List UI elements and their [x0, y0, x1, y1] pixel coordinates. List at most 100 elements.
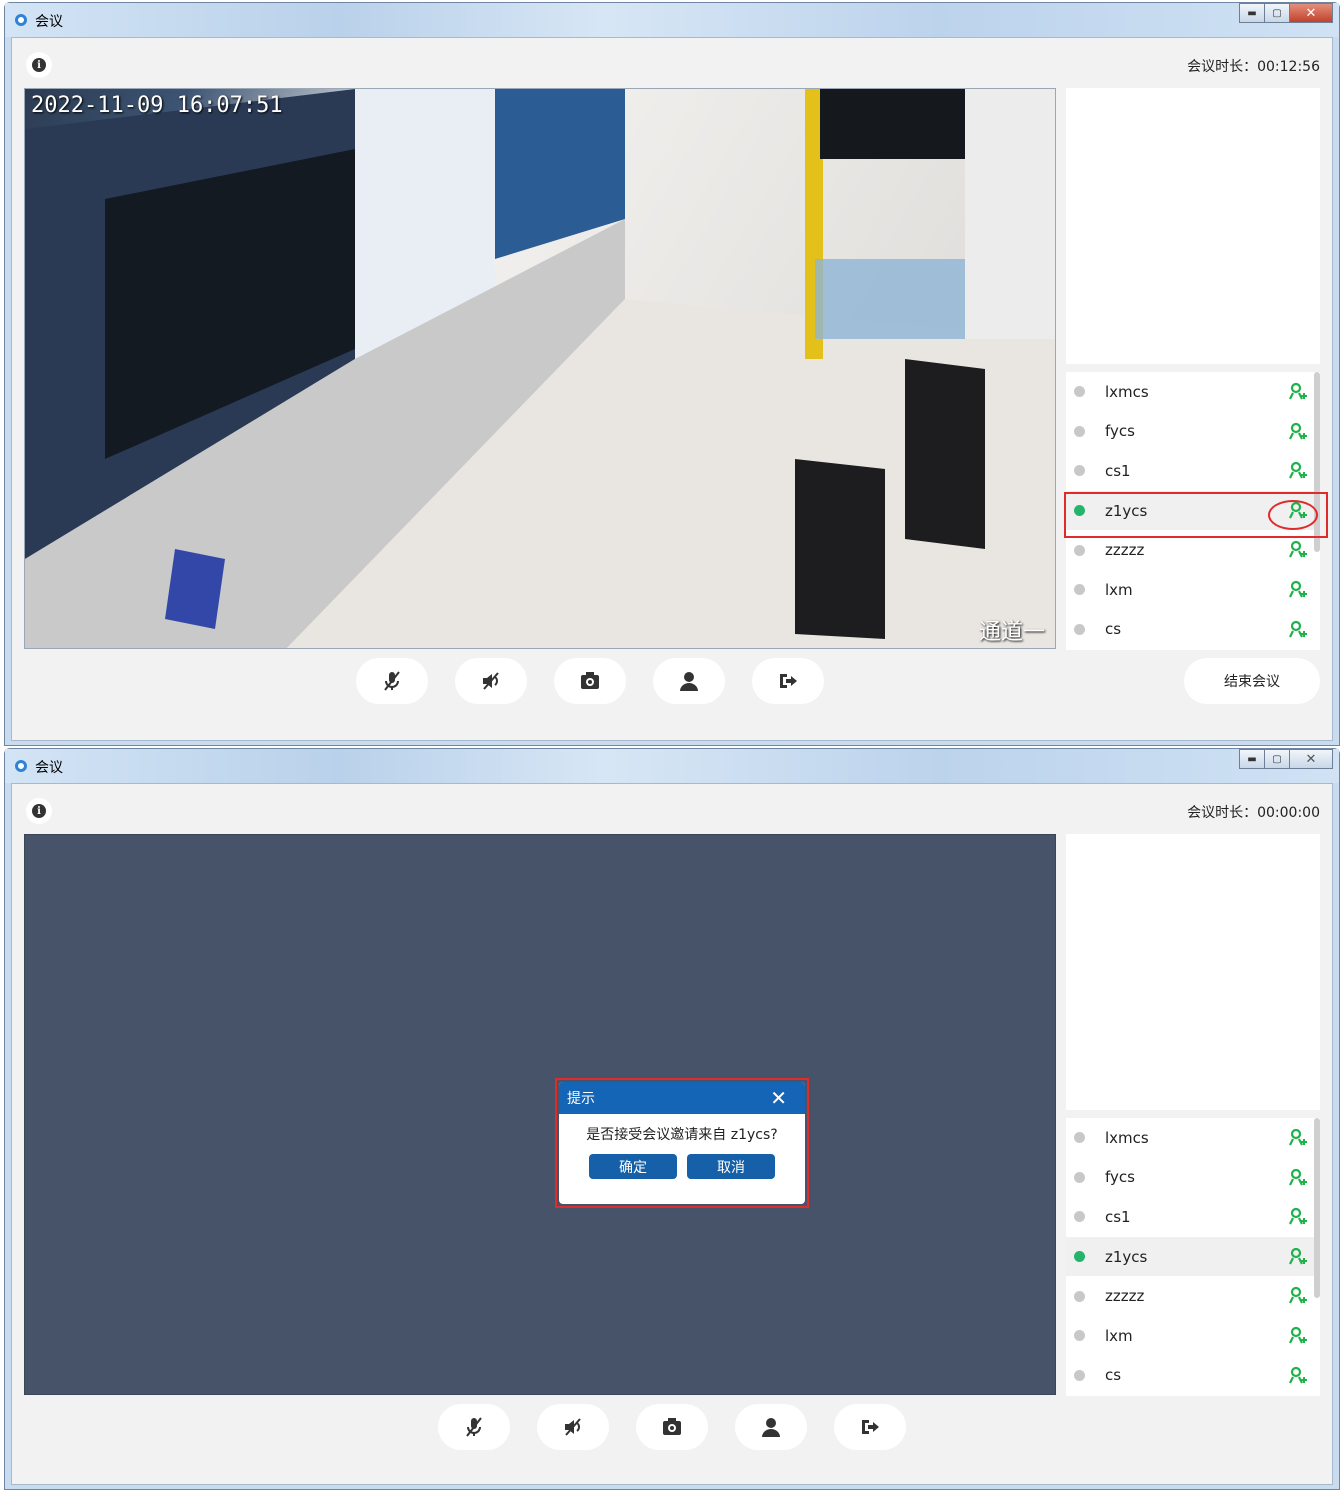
- user-icon: [762, 1418, 780, 1437]
- snapshot-button[interactable]: [636, 1404, 708, 1450]
- mic-button[interactable]: [438, 1404, 510, 1450]
- participant-row[interactable]: cs: [1066, 610, 1320, 650]
- add-user-icon[interactable]: [1288, 460, 1308, 480]
- participant-row[interactable]: cs: [1066, 1356, 1320, 1396]
- status-dot: [1074, 425, 1085, 437]
- video-area: 提示 ✕ 是否接受会议邀请来自 z1ycs? 确定 取消: [24, 834, 1056, 1395]
- maximize-button[interactable]: ▢: [1264, 749, 1290, 769]
- add-user-icon[interactable]: [1288, 539, 1308, 559]
- add-user-icon[interactable]: [1288, 579, 1308, 599]
- dialog-message: 是否接受会议邀请来自 z1ycs?: [586, 1127, 778, 1143]
- status-dot: [1074, 623, 1085, 635]
- participant-list[interactable]: lxmcs fycs cs1 z1ycs zzzzz lxm cs: [1066, 1118, 1320, 1396]
- speaker-mute-icon: [565, 1418, 581, 1436]
- video-feed: 2022-11-09 16:07:51 通道一: [24, 88, 1056, 649]
- mic-off-icon: [384, 671, 400, 691]
- participant-row[interactable]: cs1: [1066, 1197, 1320, 1237]
- invite-dialog: 提示 ✕ 是否接受会议邀请来自 z1ycs? 确定 取消: [559, 1082, 805, 1204]
- app-logo-icon: [15, 14, 27, 26]
- add-user-icon[interactable]: [1288, 619, 1308, 639]
- camera-icon: [663, 1418, 681, 1435]
- mic-button[interactable]: [356, 658, 428, 704]
- status-dot: [1074, 386, 1085, 398]
- add-user-icon[interactable]: [1288, 1127, 1308, 1147]
- dialog-close-icon[interactable]: ✕: [770, 1086, 787, 1110]
- window-controls: ▬ ▢ ✕: [1239, 3, 1333, 25]
- title-bar: 会议 ▬ ▢ ✕: [5, 3, 1339, 37]
- dialog-buttons: 确定 取消: [559, 1154, 805, 1179]
- status-dot: [1074, 1211, 1085, 1223]
- leave-button[interactable]: [834, 1404, 906, 1450]
- add-user-icon[interactable]: [1288, 1365, 1308, 1385]
- add-user-icon[interactable]: [1288, 1285, 1308, 1305]
- cancel-button[interactable]: 取消: [687, 1154, 775, 1179]
- participant-row[interactable]: lxm: [1066, 570, 1320, 610]
- minimize-button[interactable]: ▬: [1239, 3, 1265, 23]
- info-button[interactable]: i: [26, 52, 52, 78]
- participant-row[interactable]: fycs: [1066, 412, 1320, 452]
- maximize-button[interactable]: ▢: [1264, 3, 1290, 23]
- participant-row[interactable]: lxm: [1066, 1316, 1320, 1356]
- status-dot: [1074, 584, 1085, 596]
- meeting-duration: 会议时长：00:12:56: [1187, 59, 1320, 75]
- meeting-window-invite: 会议 ▬ ▢ ✕ i 会议时长：00:00:00 提示 ✕ 是否接受会议邀请来自…: [4, 748, 1340, 1490]
- dialog-title: 提示: [567, 1091, 595, 1107]
- dialog-header: 提示 ✕: [559, 1082, 805, 1114]
- window-title: 会议: [35, 14, 63, 30]
- confirm-button[interactable]: 确定: [589, 1154, 677, 1179]
- video-timestamp: 2022-11-09 16:07:51: [31, 93, 283, 118]
- info-button[interactable]: i: [26, 798, 52, 824]
- participant-row[interactable]: cs1: [1066, 451, 1320, 491]
- status-dot: [1074, 1369, 1085, 1381]
- add-user-icon[interactable]: [1288, 1325, 1308, 1345]
- status-dot: [1074, 1330, 1085, 1342]
- minimize-button[interactable]: ▬: [1239, 749, 1265, 769]
- meeting-window: 会议 ▬ ▢ ✕ i 会议时长：00:12:56 2022-11-09 16:0…: [4, 2, 1340, 746]
- add-user-icon[interactable]: [1288, 381, 1308, 401]
- channel-label: 通道一: [978, 620, 1045, 645]
- window-content: i 会议时长：00:00:00 提示 ✕ 是否接受会议邀请来自 z1ycs? 确…: [11, 783, 1333, 1485]
- close-button[interactable]: ✕: [1289, 749, 1333, 769]
- participant-row[interactable]: zzzzz: [1066, 1276, 1320, 1316]
- local-preview: [1066, 88, 1320, 364]
- speaker-button[interactable]: [537, 1404, 609, 1450]
- snapshot-button[interactable]: [554, 658, 626, 704]
- participant-row[interactable]: lxmcs: [1066, 1118, 1320, 1158]
- mic-off-icon: [466, 1417, 482, 1437]
- add-user-icon[interactable]: [1288, 421, 1308, 441]
- user-icon: [680, 672, 698, 691]
- control-toolbar: [12, 1404, 1332, 1460]
- status-dot: [1074, 1171, 1085, 1183]
- add-user-icon[interactable]: [1288, 1167, 1308, 1187]
- info-icon: i: [32, 58, 46, 72]
- participant-row[interactable]: z1ycs: [1066, 1236, 1320, 1277]
- status-dot: [1074, 1290, 1085, 1302]
- close-button[interactable]: ✕: [1289, 3, 1333, 23]
- camera-scene: [25, 89, 1055, 648]
- control-toolbar: 结束会议: [12, 658, 1332, 714]
- participants-button[interactable]: [735, 1404, 807, 1450]
- status-dot: [1074, 544, 1085, 556]
- title-bar: 会议 ▬ ▢ ✕: [5, 749, 1339, 783]
- speaker-button[interactable]: [455, 658, 527, 704]
- status-dot: [1074, 1251, 1085, 1263]
- leave-button[interactable]: [752, 658, 824, 704]
- app-logo-icon: [15, 760, 27, 772]
- info-icon: i: [32, 804, 46, 818]
- end-meeting-button[interactable]: 结束会议: [1184, 658, 1320, 704]
- exit-icon: [862, 1420, 879, 1434]
- window-title: 会议: [35, 760, 63, 776]
- add-user-icon[interactable]: [1288, 1206, 1308, 1226]
- add-user-icon[interactable]: [1288, 1246, 1308, 1266]
- participants-button[interactable]: [653, 658, 725, 704]
- exit-icon: [780, 674, 797, 688]
- speaker-mute-icon: [483, 672, 499, 690]
- participant-row[interactable]: fycs: [1066, 1158, 1320, 1198]
- participant-row[interactable]: lxmcs: [1066, 372, 1320, 412]
- highlight-circle: [1268, 500, 1318, 530]
- camera-icon: [581, 672, 599, 689]
- window-controls: ▬ ▢ ✕: [1239, 749, 1333, 771]
- status-dot: [1074, 465, 1085, 477]
- status-dot: [1074, 1132, 1085, 1144]
- participant-scrollbar[interactable]: [1314, 1118, 1320, 1298]
